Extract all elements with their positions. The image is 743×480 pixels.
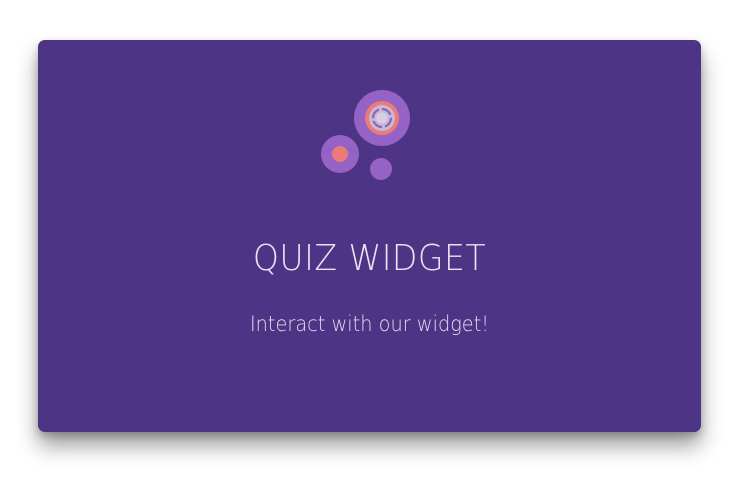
widget-title: QUIZ WIDGET <box>252 238 487 279</box>
widget-subtitle: Interact with our widget! <box>249 312 490 336</box>
bubbles-logo-icon <box>321 90 410 180</box>
quiz-widget-card[interactable]: QUIZ WIDGET Interact with our widget! <box>38 40 701 432</box>
